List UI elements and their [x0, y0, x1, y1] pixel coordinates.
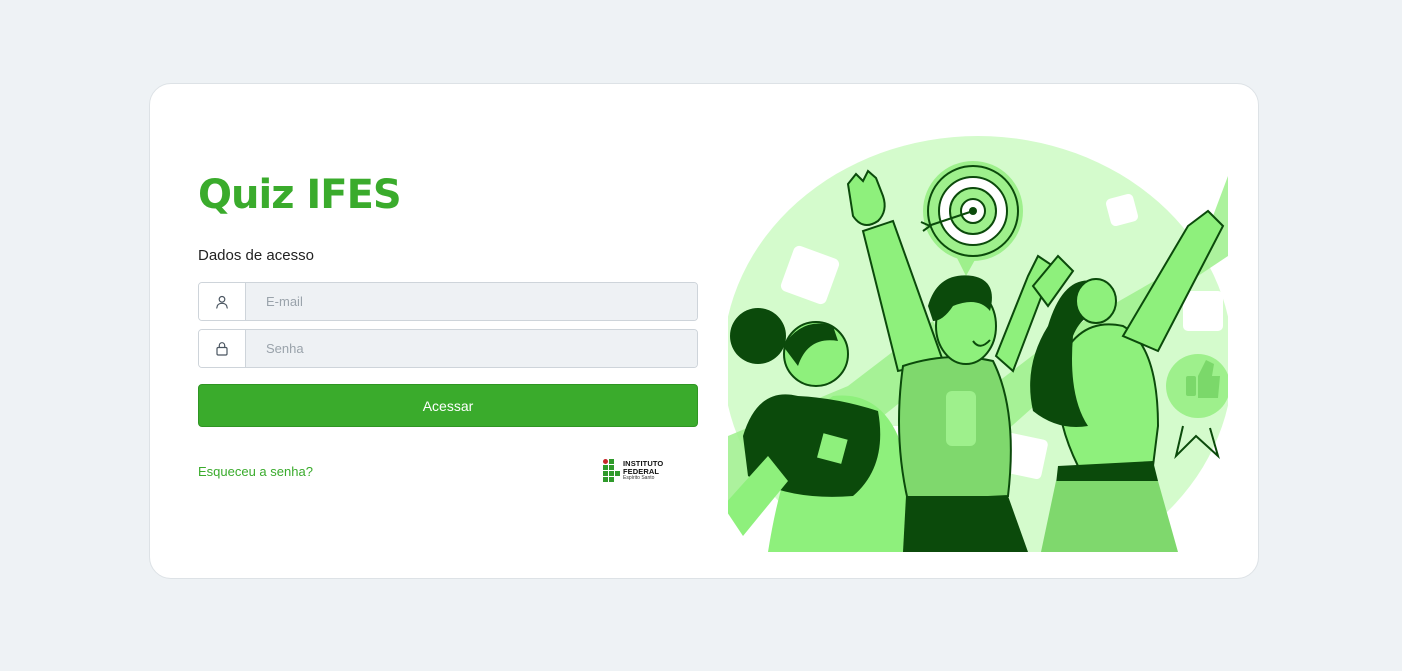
login-form-panel: Quiz IFES Dados de acesso Acessar Esquec…: [198, 84, 698, 578]
user-icon: [216, 295, 228, 309]
forgot-password-link[interactable]: Esqueceu a senha?: [198, 464, 313, 479]
password-input-group: [198, 329, 698, 368]
submit-button[interactable]: Acessar: [198, 384, 698, 427]
logo-institution-name: INSTITUTO FEDERAL: [623, 459, 664, 476]
logo-campus-name: Espírito Santo: [623, 475, 655, 481]
ifes-logo-mark: [603, 459, 620, 482]
email-field[interactable]: [246, 283, 697, 320]
ifes-logo: INSTITUTO FEDERAL Espírito Santo: [603, 459, 698, 482]
email-input-group: [198, 282, 698, 321]
email-addon: [199, 283, 246, 320]
login-card: Quiz IFES Dados de acesso Acessar Esquec…: [149, 83, 1259, 579]
password-addon: [199, 330, 246, 367]
password-field[interactable]: [246, 330, 697, 367]
team-celebration-illustration: [728, 136, 1228, 552]
lock-icon: [216, 342, 228, 356]
ifes-logo-text: INSTITUTO FEDERAL Espírito Santo: [623, 460, 698, 481]
form-subtitle: Dados de acesso: [198, 247, 314, 264]
page-title: Quiz IFES: [198, 172, 402, 218]
puzzle-piece: [1183, 291, 1223, 331]
